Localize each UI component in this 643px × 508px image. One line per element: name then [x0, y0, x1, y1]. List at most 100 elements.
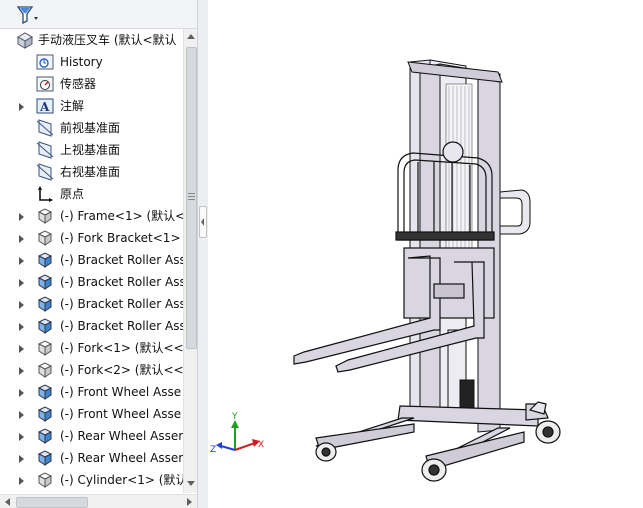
part-icon [36, 361, 54, 379]
expand-arrow-icon[interactable] [18, 409, 26, 419]
subassembly-icon [36, 427, 54, 445]
hand-stacker-model: Y X Z [210, 59, 561, 482]
tree-item[interactable]: (-) Fork<1> (默认<< [0, 337, 183, 359]
tree-item-label: (-) Fork<2> (默认<< [60, 363, 183, 377]
tree-item-label: 注解 [60, 99, 85, 113]
tree-item-label: (-) Fork<1> (默认<< [60, 341, 183, 355]
tree-item[interactable]: (-) Bracket Roller Ass [0, 315, 183, 337]
tree-item-label: (-) Rear Wheel Asser [60, 429, 183, 443]
tree-item[interactable]: 前视基准面 [0, 117, 183, 139]
scroll-right-arrow-icon[interactable] [187, 498, 193, 506]
expand-arrow-icon[interactable] [18, 387, 26, 397]
part-icon [36, 207, 54, 225]
tree-item[interactable]: A 注解 [0, 95, 183, 117]
tree-root-assembly[interactable]: 手动液压叉车 (默认<默认 [0, 29, 183, 51]
plane-icon [36, 163, 54, 181]
tree-item-label: 传感器 [60, 77, 97, 91]
expand-arrow-icon[interactable] [18, 431, 26, 441]
expand-arrow-icon[interactable] [18, 277, 26, 287]
history-icon [36, 53, 54, 71]
tree-item-label: (-) Bracket Roller Ass [60, 253, 183, 267]
part-icon [36, 339, 54, 357]
expand-arrow-icon[interactable] [18, 365, 26, 375]
tree-item-label: 右视基准面 [60, 165, 121, 179]
graphics-area[interactable]: Y X Z [208, 0, 643, 508]
tree-item[interactable]: (-) Front Wheel Asse [0, 403, 183, 425]
axis-triad: Y X Z [210, 412, 264, 455]
tree-item[interactable]: 原点 [0, 183, 183, 205]
subassembly-icon [36, 295, 54, 313]
tree-vertical-scrollbar[interactable] [183, 29, 197, 493]
expand-arrow-icon[interactable] [18, 343, 26, 353]
mast-frame [407, 59, 503, 433]
tree-item[interactable]: 上视基准面 [0, 139, 183, 161]
splitter-handle[interactable] [199, 206, 207, 238]
collapse-arrow-icon [201, 218, 204, 226]
expand-arrow-icon[interactable] [18, 211, 26, 221]
plane-icon [36, 119, 54, 137]
z-axis-label: Z [210, 445, 216, 455]
tree-item-label: 上视基准面 [60, 143, 121, 157]
tree-item[interactable]: 传感器 [0, 73, 183, 95]
tree-item[interactable]: (-) Rear Wheel Asser [0, 447, 183, 469]
tree-item[interactable]: (-) Bracket Roller Ass [0, 249, 183, 271]
tree-item-label: 原点 [60, 187, 85, 201]
tree-item[interactable]: (-) Cylinder<1> (默认 [0, 469, 183, 491]
tree-root-label: 手动液压叉车 (默认<默认 [38, 33, 177, 47]
tree-item-label: (-) Bracket Roller Ass [60, 319, 183, 333]
tree-hscroll-thumb[interactable] [16, 497, 88, 508]
subassembly-icon [36, 383, 54, 401]
tree-item[interactable]: (-) Rear Wheel Asser [0, 425, 183, 447]
feature-manager-panel: 手动液压叉车 (默认<默认 History 传感器 A 注解前视基准面上视基准面右视基… [0, 0, 197, 508]
expand-arrow-icon[interactable] [18, 233, 26, 243]
scroll-left-arrow-icon[interactable] [4, 498, 10, 506]
expand-arrow-icon[interactable] [18, 475, 26, 485]
expand-arrow-icon[interactable] [18, 101, 26, 111]
tree-horizontal-scrollbar[interactable] [0, 494, 197, 508]
handle [499, 189, 531, 235]
plane-icon [36, 141, 54, 159]
tree-scroll-thumb[interactable] [186, 47, 197, 349]
scroll-up-arrow-icon[interactable] [187, 33, 195, 39]
y-axis-label: Y [231, 412, 238, 422]
tree-item[interactable]: 右视基准面 [0, 161, 183, 183]
tree-item-label: (-) Fork Bracket<1> [60, 231, 181, 245]
annotation-icon: A [36, 97, 54, 115]
subassembly-icon [36, 405, 54, 423]
x-axis-label: X [258, 440, 264, 450]
base-legs [315, 401, 561, 482]
expand-arrow-icon[interactable] [18, 255, 26, 265]
expand-arrow-icon[interactable] [18, 321, 26, 331]
expand-arrow-icon[interactable] [18, 453, 26, 463]
subassembly-icon [36, 273, 54, 291]
svg-text:A: A [39, 100, 50, 114]
tree-item[interactable]: (-) Front Wheel Asse [0, 381, 183, 403]
expand-arrow-icon[interactable] [18, 299, 26, 309]
tree-item[interactable]: (-) Bracket Roller Ass [0, 293, 183, 315]
tree-item[interactable]: (-) Fork<2> (默认<< [0, 359, 183, 381]
tree-item-label: 前视基准面 [60, 121, 121, 135]
subassembly-icon [36, 317, 54, 335]
tree-item[interactable]: (-) Bracket Roller Ass [0, 271, 183, 293]
filter-toolbar [0, 0, 197, 29]
tree-item[interactable]: (-) Fork Bracket<1> [0, 227, 183, 249]
scroll-down-arrow-icon[interactable] [187, 481, 195, 487]
tree-item-label: (-) Bracket Roller Ass [60, 275, 183, 289]
tree-item-label: (-) Front Wheel Asse [60, 385, 182, 399]
tree-item[interactable]: History [0, 51, 183, 73]
subassembly-icon [36, 449, 54, 467]
tree-item-label: (-) Front Wheel Asse [60, 407, 182, 421]
filter-icon[interactable] [17, 6, 39, 24]
tree-item-label: (-) Rear Wheel Asser [60, 451, 183, 465]
origin-icon [36, 185, 54, 203]
feature-tree: 手动液压叉车 (默认<默认 History 传感器 A 注解前视基准面上视基准面右视基… [0, 29, 183, 493]
tree-item-label: (-) Cylinder<1> (默认 [60, 473, 183, 487]
part-icon [36, 229, 54, 247]
tree-item-label: (-) Frame<1> (默认< [60, 209, 183, 223]
assembly-icon [16, 31, 34, 49]
tree-item-label: History [60, 55, 103, 69]
tree-item-label: (-) Bracket Roller Ass [60, 297, 183, 311]
part-icon [36, 471, 54, 489]
tree-item[interactable]: (-) Frame<1> (默认< [0, 205, 183, 227]
subassembly-icon [36, 251, 54, 269]
